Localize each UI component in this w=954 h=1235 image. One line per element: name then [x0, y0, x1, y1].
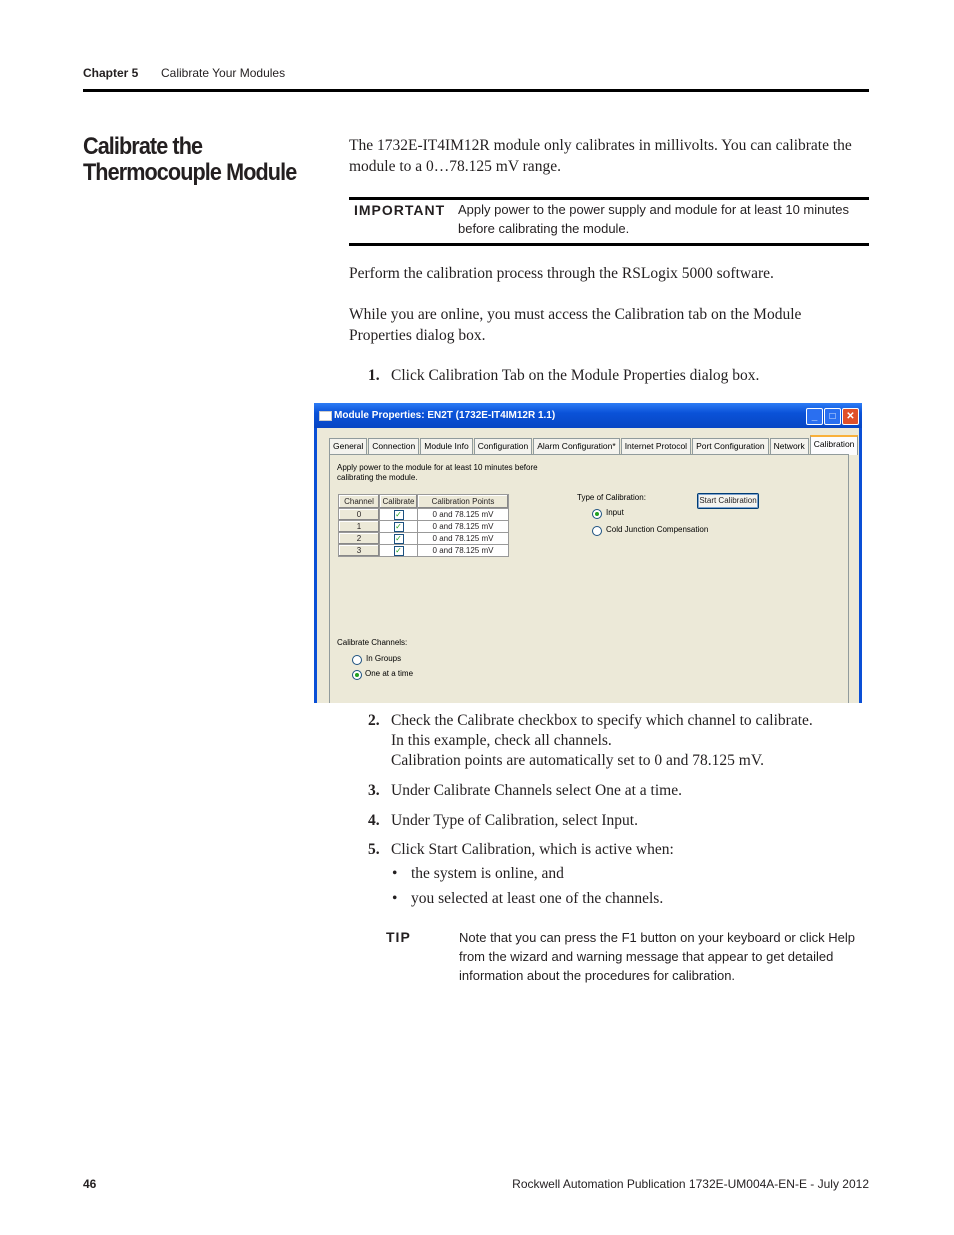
- bullet-item: • you selected at least one of the channe…: [392, 890, 663, 908]
- publication-info: Rockwell Automation Publication 1732E-UM…: [512, 1177, 869, 1191]
- step-5: 5. Click Start Calibration, which is acti…: [368, 840, 868, 860]
- close-icon[interactable]: ✕: [842, 408, 859, 425]
- chapter-label: Chapter 5: [83, 66, 139, 80]
- important-text: Apply power to the power supply and modu…: [458, 202, 849, 236]
- step-2: 2. Check the Calibrate checkbox to specif…: [368, 711, 868, 771]
- step-text: Under Calibrate Channels select One at a…: [391, 782, 682, 799]
- radio-cold-junction-label: Cold Junction Compensation: [606, 525, 709, 534]
- radio-in-groups[interactable]: [352, 655, 362, 665]
- tab-alarm-configuration[interactable]: Alarm Configuration*: [533, 438, 620, 454]
- tip-text: Note that you can press the F1 button on…: [459, 930, 855, 983]
- tab-configuration[interactable]: Configuration: [473, 438, 533, 454]
- radio-in-groups-label: In Groups: [366, 654, 402, 663]
- step-number: 1.: [368, 367, 380, 384]
- section-title: Calibrate the Thermocouple Module: [83, 133, 297, 186]
- maximize-icon[interactable]: □: [824, 408, 841, 425]
- points-cell: 0 and 78.125 mV: [417, 508, 509, 521]
- step-4: 4. Under Type of Calibration, select Inpu…: [368, 811, 868, 831]
- chapter-title: Calibrate Your Modules: [161, 66, 286, 80]
- step-1: 1. Click Calibration Tab on the Module Pr…: [368, 366, 868, 386]
- module-properties-dialog: Module Properties: EN2T (1732E-IT4IM12R …: [314, 403, 862, 703]
- window-icon: [319, 411, 332, 421]
- channel-cell: 0: [338, 508, 380, 521]
- step-text: Click Start Calibration, which is active…: [391, 841, 674, 858]
- step-number: 4.: [368, 812, 380, 829]
- channel-cell: 3: [338, 544, 380, 557]
- minimize-icon[interactable]: _: [806, 408, 823, 425]
- intro-paragraph: The 1732E-IT4IM12R module only calibrate…: [349, 137, 852, 175]
- bullet-icon: •: [392, 890, 398, 907]
- radio-one-at-a-time-label: One at a time: [365, 669, 414, 678]
- table-row: 3 ✓ 0 and 78.125 mV: [338, 544, 509, 557]
- paragraph: While you are online, you must access th…: [349, 306, 802, 344]
- tab-internet-protocol[interactable]: Internet Protocol: [620, 438, 692, 454]
- step-number: 2.: [368, 712, 380, 729]
- page-number: 46: [83, 1177, 97, 1191]
- calibrate-checkbox[interactable]: ✓: [393, 509, 404, 520]
- important-bottom-rule: [349, 243, 869, 246]
- title-bar: Module Properties: EN2T (1732E-IT4IM12R …: [314, 403, 862, 428]
- radio-input-label: Input: [606, 508, 624, 517]
- points-cell: 0 and 78.125 mV: [417, 520, 509, 533]
- notice-text: Apply power to the module for at least 1…: [337, 463, 538, 482]
- table-row: 1 ✓ 0 and 78.125 mV: [338, 520, 509, 533]
- bullet-text: the system is online, and: [411, 865, 564, 882]
- step-text: Under Type of Calibration, select Input.: [391, 812, 638, 829]
- step-number: 5.: [368, 841, 380, 858]
- points-cell: 0 and 78.125 mV: [417, 544, 509, 557]
- bullet-icon: •: [392, 865, 398, 882]
- page: Chapter 5 Calibrate Your Modules Calibra…: [0, 0, 954, 1235]
- type-of-calibration-label: Type of Calibration:: [577, 493, 646, 502]
- channel-cell: 2: [338, 532, 380, 545]
- tab-connection[interactable]: Connection: [368, 438, 420, 454]
- header-rule: [83, 89, 869, 92]
- column-header: Channel: [338, 494, 380, 509]
- table-row: 0 ✓ 0 and 78.125 mV: [338, 508, 509, 521]
- calibrate-channels-label: Calibrate Channels:: [337, 638, 408, 647]
- channel-cell: 1: [338, 520, 380, 533]
- calibration-panel: Apply power to the module for at least 1…: [329, 454, 849, 703]
- important-label: IMPORTANT: [354, 202, 446, 218]
- tab-calibration[interactable]: Calibration: [809, 435, 859, 455]
- step-text: Calibration points are automatically set…: [391, 752, 764, 769]
- column-header: Calibrate: [379, 494, 418, 509]
- step-number: 3.: [368, 782, 380, 799]
- table-row: 2 ✓ 0 and 78.125 mV: [338, 532, 509, 545]
- step-text: Click Calibration Tab on the Module Prop…: [391, 367, 760, 384]
- tab-strip: General Connection Module Info Configura…: [329, 435, 859, 455]
- calibrate-checkbox[interactable]: ✓: [393, 521, 404, 532]
- paragraph: Perform the calibration process through …: [349, 265, 774, 282]
- step-text: Check the Calibrate checkbox to specify …: [391, 712, 813, 729]
- radio-cold-junction[interactable]: [592, 526, 602, 536]
- tab-port-configuration[interactable]: Port Configuration: [692, 438, 769, 454]
- calibrate-checkbox[interactable]: ✓: [393, 533, 404, 544]
- tab-network[interactable]: Network: [769, 438, 809, 454]
- tab-module-info[interactable]: Module Info: [420, 438, 473, 454]
- step-text: In this example, check all channels.: [391, 732, 612, 749]
- calibrate-checkbox[interactable]: ✓: [393, 545, 404, 556]
- tab-general[interactable]: General: [329, 438, 368, 454]
- dialog-title: Module Properties: EN2T (1732E-IT4IM12R …: [334, 410, 556, 421]
- radio-one-at-a-time[interactable]: [352, 670, 362, 680]
- calibration-table: Channel Calibrate Calibration Points 0 ✓ 0…: [338, 494, 509, 557]
- dialog-client: General Connection Module Info Configura…: [317, 428, 859, 703]
- tip-label: TIP: [386, 929, 411, 945]
- column-header: Calibration Points: [417, 494, 509, 509]
- bullet-item: • the system is online, and: [392, 865, 564, 883]
- radio-input[interactable]: [592, 509, 602, 519]
- step-3: 3. Under Calibrate Channels select One at…: [368, 781, 868, 801]
- start-calibration-button[interactable]: Start Calibration: [697, 493, 759, 509]
- points-cell: 0 and 78.125 mV: [417, 532, 509, 545]
- bullet-text: you selected at least one of the channel…: [411, 890, 664, 907]
